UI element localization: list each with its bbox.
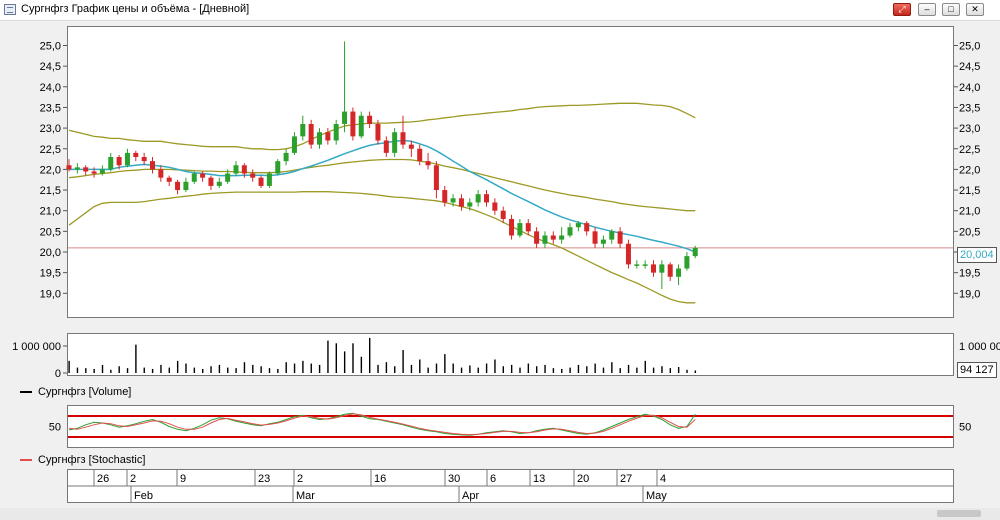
time-axis-day-label: 26 <box>97 473 109 485</box>
time-axis-month-label: May <box>646 490 667 502</box>
time-axis-labels: 26 2 9 23 2 16 30 6 13 20 27 4 Feb Mar Apr May <box>68 470 953 503</box>
horizontal-scrollbar[interactable] <box>0 508 1000 520</box>
time-axis-month-label: Mar <box>296 490 315 502</box>
time-axis-day-label: 30 <box>448 473 460 485</box>
time-axis-day-label: 13 <box>533 473 545 485</box>
time-axis-month-label: Feb <box>134 490 153 502</box>
time-axis-day-label: 9 <box>180 473 186 485</box>
time-axis-month-label: Apr <box>462 490 479 502</box>
time-axis-day-label: 27 <box>620 473 632 485</box>
scrollbar-thumb[interactable] <box>937 510 981 517</box>
time-axis-day-label: 20 <box>577 473 589 485</box>
time-axis-day-label: 2 <box>297 473 303 485</box>
time-axis-day-label: 2 <box>130 473 136 485</box>
time-axis-day-label: 23 <box>258 473 270 485</box>
time-axis-day-label: 6 <box>490 473 496 485</box>
time-axis-day-label: 4 <box>660 473 666 485</box>
time-axis-day-label: 16 <box>374 473 386 485</box>
